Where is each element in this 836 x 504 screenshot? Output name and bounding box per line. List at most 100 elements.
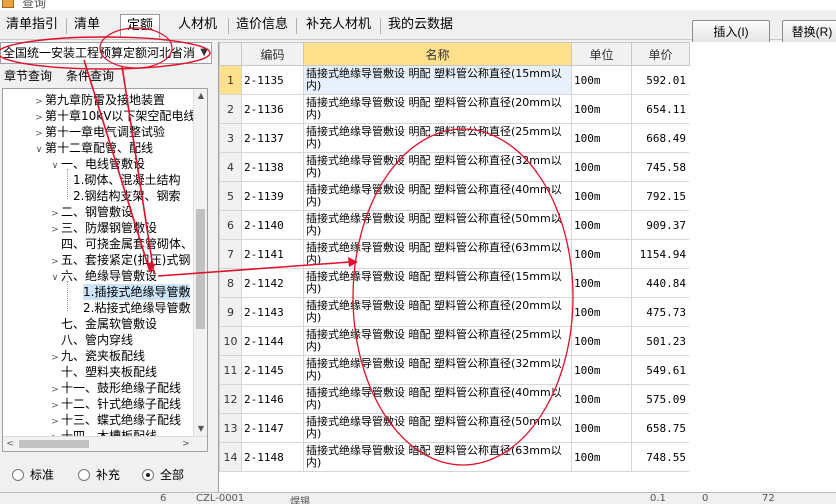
- row-unit[interactable]: 100m: [571, 268, 632, 298]
- row-code[interactable]: 2-1147: [241, 413, 304, 443]
- row-code[interactable]: 2-1135: [241, 65, 304, 95]
- row-code[interactable]: 2-1139: [241, 181, 304, 211]
- row-name[interactable]: 插接式绝缘导管敷设 暗配 塑料管公称直径(63mm以内): [303, 442, 572, 472]
- row-unit[interactable]: 100m: [571, 355, 632, 385]
- row-code[interactable]: 2-1144: [241, 326, 304, 356]
- tab-my-cloud-data[interactable]: 我的云数据: [382, 14, 459, 38]
- row-index[interactable]: 1: [219, 65, 242, 95]
- row-unit[interactable]: 100m: [571, 181, 632, 211]
- tab-condition-query[interactable]: 条件查询: [66, 67, 114, 85]
- tree-item[interactable]: 八、管内穿线: [61, 332, 133, 348]
- tree-item[interactable]: 2.钢结构支架、钢索: [73, 188, 180, 204]
- table-row[interactable]: 6 2-1140 插接式绝缘导管敷设 明配 塑料管公称直径(50mm以内) 100m 9…: [219, 210, 690, 240]
- row-code[interactable]: 2-1148: [241, 442, 304, 472]
- tab-labor-material-machine[interactable]: 人材机: [172, 14, 223, 38]
- tab-bill-guide[interactable]: 清单指引: [0, 14, 64, 38]
- table-row[interactable]: 5 2-1139 插接式绝缘导管敷设 明配 塑料管公称直径(40mm以内) 100m 7…: [219, 181, 690, 211]
- row-code[interactable]: 2-1146: [241, 384, 304, 414]
- row-unit[interactable]: 100m: [571, 413, 632, 443]
- tree-item[interactable]: > 第九章防雷及接地装置: [33, 92, 165, 108]
- row-price[interactable]: 575.09: [631, 384, 690, 414]
- row-name[interactable]: 插接式绝缘导管敷设 暗配 塑料管公称直径(20mm以内): [303, 297, 572, 327]
- chevron-down-icon[interactable]: ▼: [200, 43, 208, 63]
- row-index[interactable]: 11: [219, 355, 242, 385]
- row-name[interactable]: 插接式绝缘导管敷设 暗配 塑料管公称直径(15mm以内): [303, 268, 572, 298]
- table-row[interactable]: 14 2-1148 插接式绝缘导管敷设 暗配 塑料管公称直径(63mm以内) 100m…: [219, 442, 690, 472]
- row-name[interactable]: 插接式绝缘导管敷设 暗配 塑料管公称直径(25mm以内): [303, 326, 572, 356]
- row-unit[interactable]: 100m: [571, 65, 632, 95]
- row-price[interactable]: 549.61: [631, 355, 690, 385]
- row-name[interactable]: 插接式绝缘导管敷设 暗配 塑料管公称直径(50mm以内): [303, 413, 572, 443]
- insert-button[interactable]: 插入(I): [692, 20, 770, 44]
- filter-all-radio[interactable]: 全部: [142, 468, 184, 482]
- row-unit[interactable]: 100m: [571, 239, 632, 269]
- chevron-right-icon[interactable]: >: [49, 350, 61, 366]
- row-code[interactable]: 2-1145: [241, 355, 304, 385]
- tree-item[interactable]: 四、可挠金属套管砌体、: [61, 236, 193, 252]
- table-row[interactable]: 11 2-1145 插接式绝缘导管敷设 暗配 塑料管公称直径(32mm以内) 100m…: [219, 355, 690, 385]
- scroll-down-icon[interactable]: ▼: [194, 422, 207, 436]
- tab-quota[interactable]: 定额: [120, 14, 161, 38]
- scroll-thumb[interactable]: [196, 209, 205, 329]
- row-index[interactable]: 9: [219, 297, 242, 327]
- row-name[interactable]: 插接式绝缘导管敷设 明配 塑料管公称直径(32mm以内): [303, 152, 572, 182]
- row-price[interactable]: 475.73: [631, 297, 690, 327]
- row-name[interactable]: 插接式绝缘导管敷设 暗配 塑料管公称直径(40mm以内): [303, 384, 572, 414]
- row-unit[interactable]: 100m: [571, 152, 632, 182]
- tree-item[interactable]: 七、金属软管敷设: [61, 316, 157, 332]
- row-price[interactable]: 748.55: [631, 442, 690, 472]
- tree-item[interactable]: ∨ 一、电线管敷设: [49, 156, 145, 172]
- row-code[interactable]: 2-1142: [241, 268, 304, 298]
- tree-item[interactable]: > 十二、针式绝缘子配线: [49, 396, 181, 412]
- row-index[interactable]: 7: [219, 239, 242, 269]
- row-unit[interactable]: 100m: [571, 297, 632, 327]
- row-index[interactable]: 5: [219, 181, 242, 211]
- row-price[interactable]: 668.49: [631, 123, 690, 153]
- row-name[interactable]: 插接式绝缘导管敷设 明配 塑料管公称直径(15mm以内): [303, 65, 572, 95]
- filter-supplement-radio[interactable]: 补充: [78, 468, 120, 482]
- row-unit[interactable]: 100m: [571, 123, 632, 153]
- tree-item[interactable]: ∨ 六、绝缘导管敷设: [49, 268, 157, 284]
- table-row[interactable]: 3 2-1137 插接式绝缘导管敷设 明配 塑料管公称直径(25mm以内) 100m 6…: [219, 123, 690, 153]
- row-index[interactable]: 3: [219, 123, 242, 153]
- row-name[interactable]: 插接式绝缘导管敷设 明配 塑料管公称直径(25mm以内): [303, 123, 572, 153]
- row-code[interactable]: 2-1143: [241, 297, 304, 327]
- tree-item[interactable]: 2.粘接式绝缘导管敷: [83, 300, 190, 316]
- replace-button[interactable]: 替换(R): [782, 20, 836, 44]
- scroll-left-icon[interactable]: <: [3, 437, 17, 451]
- chevron-right-icon[interactable]: >: [49, 222, 61, 238]
- tree-item[interactable]: > 十一、鼓形绝缘子配线: [49, 380, 181, 396]
- chevron-down-icon[interactable]: ∨: [49, 270, 61, 286]
- tree-item-selected[interactable]: 1.插接式绝缘导管敷: [83, 284, 191, 300]
- radio-icon[interactable]: [12, 469, 24, 481]
- header-price[interactable]: 单价: [631, 42, 690, 66]
- row-code[interactable]: 2-1140: [241, 210, 304, 240]
- row-index[interactable]: 13: [219, 413, 242, 443]
- table-row[interactable]: 8 2-1142 插接式绝缘导管敷设 暗配 塑料管公称直径(15mm以内) 100m 4…: [219, 268, 690, 298]
- row-unit[interactable]: 100m: [571, 210, 632, 240]
- row-price[interactable]: 792.15: [631, 181, 690, 211]
- radio-selected-icon[interactable]: [142, 469, 154, 481]
- row-unit[interactable]: 100m: [571, 384, 632, 414]
- radio-icon[interactable]: [78, 469, 90, 481]
- tree-item[interactable]: > 十三、蝶式绝缘子配线: [49, 412, 181, 428]
- tree-vertical-scrollbar[interactable]: ▲ ▼: [193, 89, 207, 436]
- row-unit[interactable]: 100m: [571, 94, 632, 124]
- tree-item[interactable]: > 第十一章电气调整试验: [33, 124, 165, 140]
- header-unit[interactable]: 单位: [571, 42, 632, 66]
- table-row[interactable]: 4 2-1138 插接式绝缘导管敷设 明配 塑料管公称直径(32mm以内) 100m 7…: [219, 152, 690, 182]
- row-index[interactable]: 4: [219, 152, 242, 182]
- row-price[interactable]: 654.11: [631, 94, 690, 124]
- quota-library-select[interactable]: 全国统一安装工程预算定额河北省消 ▼: [0, 42, 212, 64]
- row-price[interactable]: 1154.94: [631, 239, 690, 269]
- tab-chapter-query[interactable]: 章节查询: [4, 67, 52, 85]
- row-name[interactable]: 插接式绝缘导管敷设 明配 塑料管公称直径(63mm以内): [303, 239, 572, 269]
- tree-item[interactable]: > 五、套接紧定(扣压)式钢: [49, 252, 190, 268]
- filter-standard-radio[interactable]: 标准: [12, 468, 54, 482]
- table-row[interactable]: 1 2-1135 插接式绝缘导管敷设 明配 塑料管公称直径(15mm以内) 100m 5…: [219, 65, 690, 95]
- tree-horizontal-scrollbar[interactable]: < >: [3, 436, 207, 451]
- scroll-thumb[interactable]: [19, 440, 89, 448]
- chevron-down-icon[interactable]: ∨: [49, 158, 61, 174]
- tree-item[interactable]: 1.砌体、混凝土结构: [73, 172, 180, 188]
- row-name[interactable]: 插接式绝缘导管敷设 明配 塑料管公称直径(40mm以内): [303, 181, 572, 211]
